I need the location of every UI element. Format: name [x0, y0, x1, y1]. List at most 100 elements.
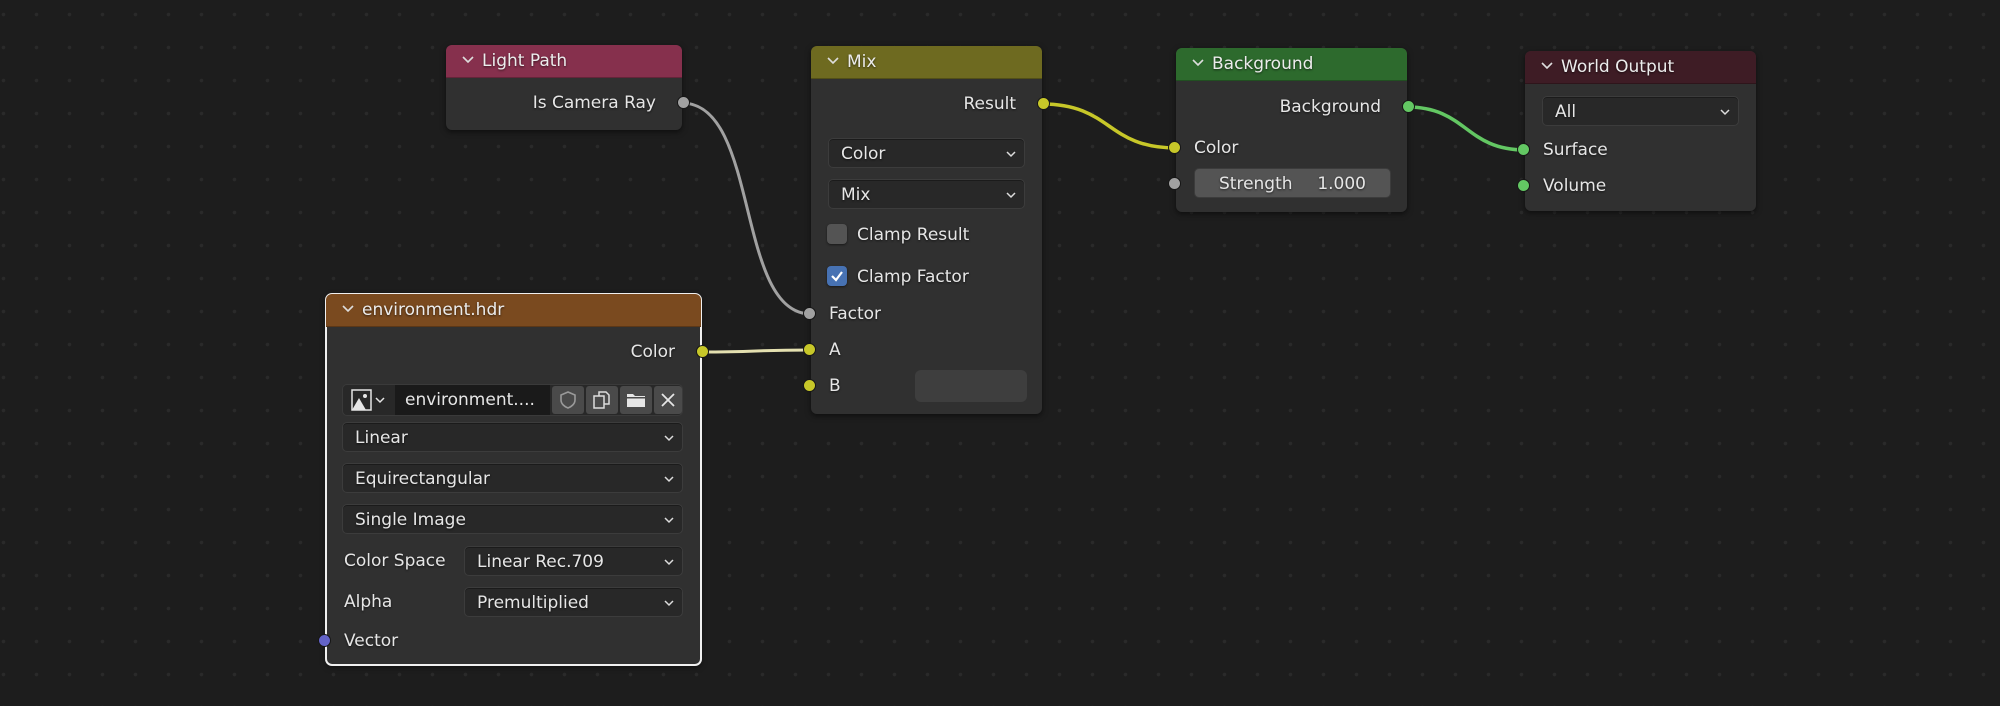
socket-label: B — [829, 376, 841, 396]
input-socket[interactable] — [1168, 177, 1181, 190]
input-volume: Volume — [1517, 174, 1756, 198]
input-surface: Surface — [1517, 138, 1756, 162]
socket-label: Vector — [344, 631, 399, 651]
node-header[interactable]: Light Path — [446, 45, 682, 78]
output-socket[interactable] — [677, 96, 690, 109]
chevron-down-icon — [664, 433, 674, 443]
chevron-down-icon[interactable] — [827, 55, 839, 67]
socket-label: Result — [963, 94, 1016, 114]
link-background-to-surface[interactable] — [1406, 105, 1526, 152]
field-value: 1.000 — [1317, 174, 1366, 194]
alpha-label: Alpha — [344, 592, 393, 612]
checkbox-label: Clamp Result — [857, 225, 970, 245]
chevron-down-icon — [664, 557, 674, 567]
socket-label: Surface — [1543, 140, 1608, 160]
dropdown-value: Linear Rec.709 — [477, 552, 604, 572]
input-socket[interactable] — [1517, 179, 1530, 192]
link-camera-ray-to-factor[interactable] — [681, 101, 812, 316]
folder-icon — [627, 394, 645, 407]
image-name-field[interactable]: environment.... — [395, 385, 550, 415]
chevron-down-icon[interactable] — [342, 303, 354, 315]
output-is-camera-ray: Is Camera Ray — [446, 91, 690, 115]
node-world-output[interactable]: World Output All Surface Volume — [1517, 51, 1756, 211]
input-socket[interactable] — [803, 307, 816, 320]
chevron-down-icon — [1006, 149, 1016, 159]
input-a: A — [803, 338, 1042, 362]
duplicate-icon — [593, 391, 610, 409]
socket-label: A — [829, 340, 841, 360]
node-header[interactable]: World Output — [1525, 51, 1756, 84]
chevron-down-icon — [664, 515, 674, 525]
image-source-dropdown[interactable]: Single Image — [342, 504, 683, 534]
input-socket[interactable] — [803, 379, 816, 392]
socket-label: Color — [630, 342, 675, 362]
input-socket[interactable] — [1168, 141, 1181, 154]
interpolation-dropdown[interactable]: Linear — [342, 422, 683, 452]
input-socket[interactable] — [803, 343, 816, 356]
node-header[interactable]: Background — [1176, 48, 1407, 81]
node-environment-texture[interactable]: environment.hdr Color environment.... Li… — [318, 293, 709, 666]
checkmark-icon — [831, 271, 843, 282]
node-title: environment.hdr — [362, 300, 505, 320]
node-mix[interactable]: Mix Result Color Mix Clamp Result Clamp … — [803, 46, 1050, 414]
socket-label: Factor — [829, 304, 882, 324]
projection-dropdown[interactable]: Equirectangular — [342, 463, 683, 493]
output-socket[interactable] — [1037, 97, 1050, 110]
alpha-dropdown[interactable]: Premultiplied — [464, 587, 683, 617]
input-socket[interactable] — [318, 634, 331, 647]
dropdown-value: Equirectangular — [355, 469, 491, 489]
socket-label: Volume — [1543, 176, 1607, 196]
node-background[interactable]: Background Background Color Strength 1.0… — [1168, 48, 1415, 212]
input-vector: Vector — [318, 629, 701, 653]
image-browse-button[interactable] — [345, 386, 393, 414]
link-result-to-bg-color[interactable] — [1041, 102, 1177, 150]
data-type-dropdown[interactable]: Color — [828, 138, 1025, 168]
duplicate-image-button[interactable] — [586, 386, 618, 414]
chevron-down-icon[interactable] — [462, 54, 474, 66]
close-icon — [661, 393, 675, 407]
chevron-down-icon[interactable] — [1192, 57, 1204, 69]
node-title: Mix — [847, 52, 877, 72]
chevron-down-icon — [1006, 190, 1016, 200]
unlink-image-button[interactable] — [654, 386, 682, 414]
dropdown-value: Linear — [355, 428, 408, 448]
chevron-down-icon — [664, 474, 674, 484]
link-env-color-to-a[interactable] — [700, 348, 812, 354]
chevron-down-icon — [664, 598, 674, 608]
target-dropdown[interactable]: All — [1542, 96, 1739, 126]
node-title: Background — [1212, 54, 1314, 74]
output-socket[interactable] — [696, 345, 709, 358]
node-header[interactable]: Mix — [811, 46, 1042, 79]
chevron-down-icon — [1720, 107, 1730, 117]
dropdown-value: Mix — [841, 185, 871, 205]
socket-label: Color — [1194, 138, 1239, 158]
dropdown-value: Premultiplied — [477, 593, 589, 613]
socket-label: Is Camera Ray — [532, 93, 656, 113]
dropdown-value: Single Image — [355, 510, 466, 530]
chevron-down-icon[interactable] — [1541, 60, 1553, 72]
clamp-result-checkbox[interactable] — [827, 224, 847, 244]
output-socket[interactable] — [1402, 100, 1415, 113]
chevron-down-icon — [375, 397, 385, 404]
input-factor: Factor — [803, 302, 1042, 326]
node-light-path[interactable]: Light Path Is Camera Ray — [446, 45, 690, 130]
clamp-factor-checkbox[interactable] — [827, 266, 847, 286]
input-color: Color — [1168, 136, 1407, 160]
blend-mode-dropdown[interactable]: Mix — [828, 179, 1025, 209]
open-image-button[interactable] — [620, 386, 652, 414]
checkbox-label: Clamp Factor — [857, 267, 969, 287]
output-background: Background — [1176, 95, 1415, 119]
color-space-label: Color Space — [344, 551, 446, 571]
node-title: World Output — [1561, 57, 1675, 77]
dropdown-value: All — [1555, 102, 1577, 122]
fake-user-button[interactable] — [552, 386, 584, 414]
input-socket[interactable] — [1517, 143, 1530, 156]
dropdown-value: Color — [841, 144, 886, 164]
socket-label: Background — [1279, 97, 1381, 117]
strength-field[interactable]: Strength 1.000 — [1194, 168, 1391, 198]
color-space-dropdown[interactable]: Linear Rec.709 — [464, 546, 683, 576]
image-datablock-selector: environment.... — [342, 384, 683, 416]
output-result: Result — [811, 92, 1050, 116]
node-header[interactable]: environment.hdr — [326, 294, 701, 327]
b-color-swatch[interactable] — [915, 370, 1027, 402]
